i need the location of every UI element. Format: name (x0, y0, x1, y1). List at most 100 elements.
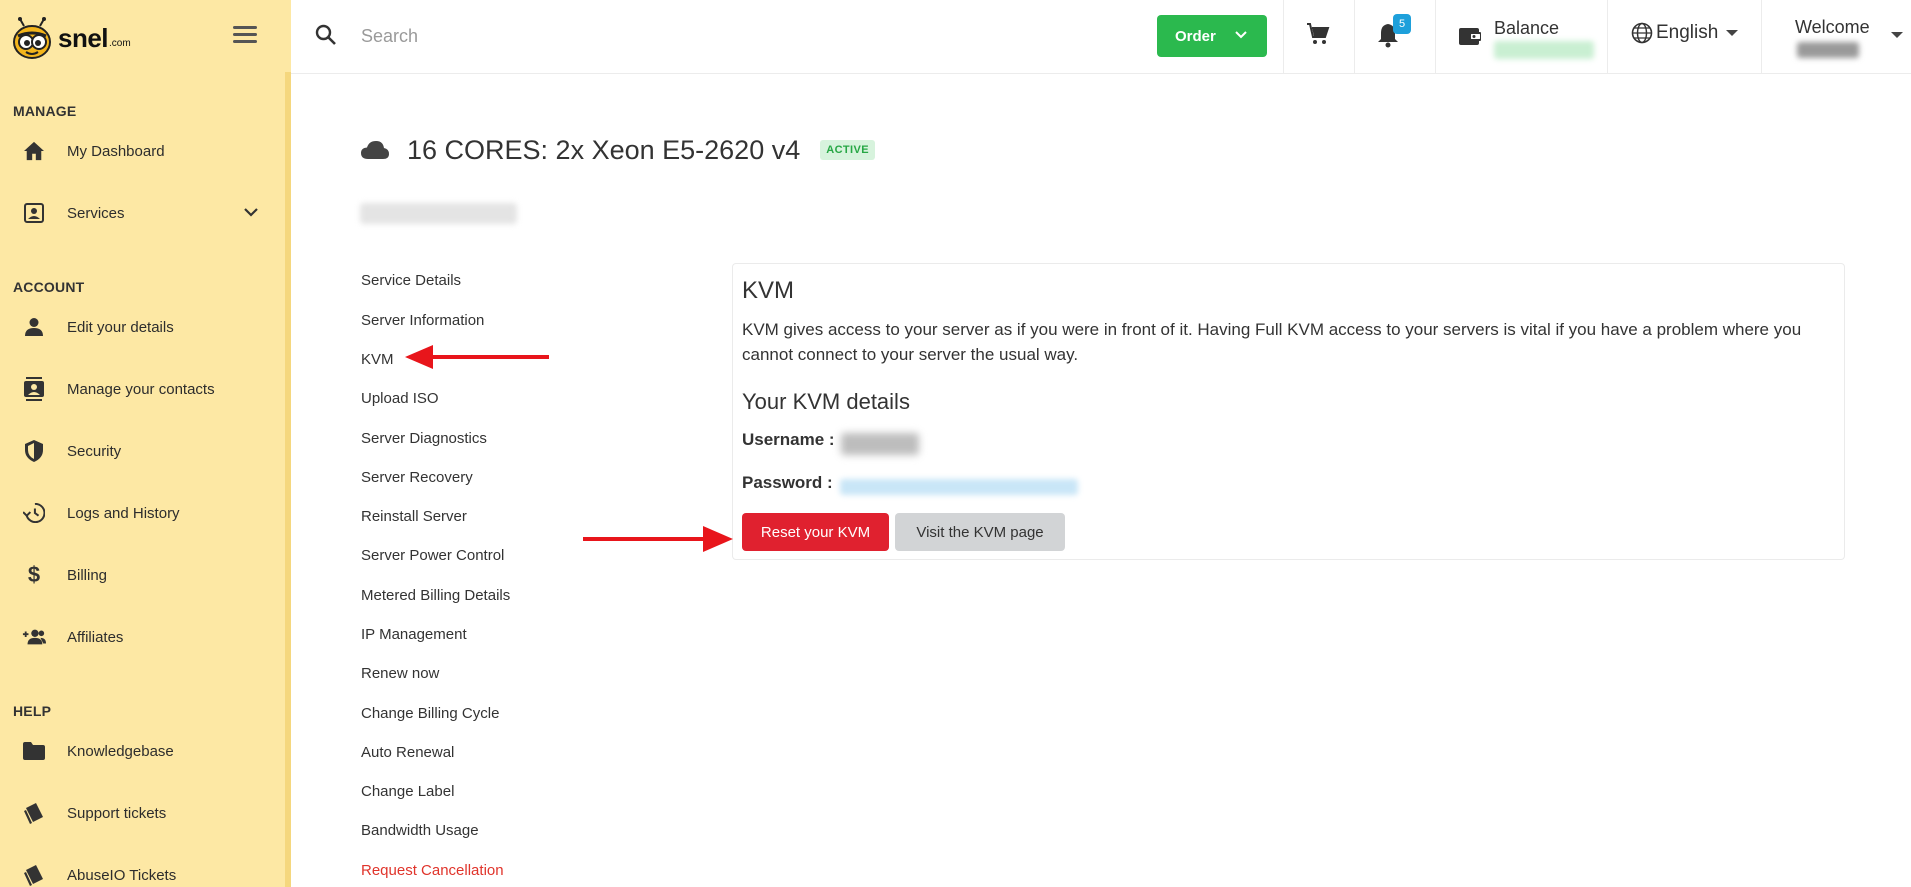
sidebar-item-label: Knowledgebase (67, 742, 174, 760)
section-title-account: ACCOUNT (13, 279, 85, 295)
visit-kvm-page-button[interactable]: Visit the KVM page (895, 513, 1065, 551)
wallet-icon (1459, 26, 1482, 51)
order-button[interactable]: Order (1157, 15, 1267, 57)
divider (1607, 0, 1608, 74)
nav-request-cancellation[interactable]: Request Cancellation (361, 862, 504, 879)
kvm-heading: KVM (742, 277, 795, 304)
services-icon (22, 201, 46, 225)
sidebar-item-label: Manage your contacts (67, 380, 215, 398)
sidebar-item-label: AbuseIO Tickets (67, 866, 177, 884)
menu-toggle-icon[interactable] (233, 26, 257, 46)
shield-icon (22, 439, 46, 463)
brand-tld: .com (109, 37, 131, 49)
sidebar-item-logs[interactable]: Logs and History (0, 491, 280, 535)
password-value-redacted[interactable] (840, 479, 1078, 495)
chevron-down-icon[interactable] (244, 204, 258, 222)
sidebar-item-label: Billing (67, 566, 108, 584)
balance-amount-redacted (1494, 41, 1594, 59)
sidebar-item-services[interactable]: Services (0, 191, 280, 235)
sidebar-item-knowledgebase[interactable]: Knowledgebase (0, 729, 280, 773)
search-input[interactable] (361, 20, 861, 52)
sidebar-item-edit-details[interactable]: Edit your details (0, 305, 280, 349)
status-badge: ACTIVE (820, 140, 875, 160)
balance-label: Balance (1494, 18, 1560, 38)
bee-mascot-icon (10, 16, 54, 60)
sidebar-item-label: Security (67, 442, 122, 460)
tickets-icon (22, 801, 46, 825)
username-redacted (1797, 42, 1859, 58)
sidebar-item-label: Support tickets (67, 804, 167, 822)
search-icon[interactable] (315, 24, 337, 51)
sidebar-item-label: Services (67, 204, 125, 222)
nav-renew-now[interactable]: Renew now (361, 665, 439, 682)
nav-bandwidth-usage[interactable]: Bandwidth Usage (361, 822, 479, 839)
notification-count-badge: 5 (1393, 14, 1411, 34)
user-menu[interactable]: Welcome (1795, 14, 1911, 62)
sidebar: snel .com MANAGE My Dashboard Services A… (0, 0, 291, 887)
cart-icon[interactable] (1306, 22, 1330, 51)
dollar-icon: $ (27, 562, 41, 587)
nav-metered-billing-details[interactable]: Metered Billing Details (361, 587, 510, 604)
nav-change-billing-cycle[interactable]: Change Billing Cycle (361, 705, 499, 722)
reset-kvm-button[interactable]: Reset your KVM (742, 513, 889, 551)
sidebar-scroll-edge (285, 72, 291, 887)
service-label-redacted (360, 203, 517, 224)
caret-down-icon (1891, 32, 1903, 38)
username-label: Username : (742, 430, 835, 449)
balance-widget[interactable]: Balance (1459, 14, 1609, 62)
sidebar-item-security[interactable]: Security (0, 429, 280, 473)
divider (1283, 0, 1284, 74)
page-title: 16 CORES: 2x Xeon E5-2620 v4 (407, 134, 801, 165)
page-header: 16 CORES: 2x Xeon E5-2620 v4 ACTIVE (361, 130, 875, 170)
sidebar-item-dashboard[interactable]: My Dashboard (0, 129, 280, 173)
order-button-label: Order (1175, 27, 1216, 45)
annotation-arrow-kvm (405, 345, 549, 369)
sidebar-item-billing[interactable]: $ Billing (0, 553, 280, 597)
nav-server-power-control[interactable]: Server Power Control (361, 547, 504, 564)
kvm-description: KVM gives access to your server as if yo… (742, 320, 1802, 364)
section-title-help: HELP (13, 703, 52, 719)
divider (1435, 0, 1436, 74)
sidebar-item-contacts[interactable]: Manage your contacts (0, 367, 280, 411)
logo[interactable]: snel .com (10, 14, 131, 62)
notifications-button[interactable]: 5 (1377, 14, 1417, 54)
tickets-icon (22, 863, 46, 887)
sidebar-item-support-tickets[interactable]: Support tickets (0, 791, 280, 835)
contacts-icon (22, 377, 46, 401)
sidebar-item-affiliates[interactable]: Affiliates (0, 615, 280, 659)
language-selector[interactable]: English (1631, 22, 1739, 44)
person-icon (22, 315, 46, 339)
history-icon (22, 501, 46, 525)
sidebar-item-label: Edit your details (67, 318, 174, 336)
nav-kvm[interactable]: KVM (361, 351, 394, 368)
annotation-arrow-reset (583, 526, 733, 552)
nav-auto-renewal[interactable]: Auto Renewal (361, 744, 454, 761)
welcome-label: Welcome (1795, 17, 1870, 37)
chevron-down-icon (1235, 31, 1247, 39)
nav-server-recovery[interactable]: Server Recovery (361, 469, 473, 486)
nav-change-label[interactable]: Change Label (361, 783, 454, 800)
cloud-icon (361, 141, 389, 159)
nav-reinstall-server[interactable]: Reinstall Server (361, 508, 467, 525)
nav-ip-management[interactable]: IP Management (361, 626, 467, 643)
divider (1354, 0, 1355, 74)
globe-icon (1631, 22, 1653, 44)
top-bar: Order 5 Balance English Welcome (291, 0, 1911, 74)
nav-server-information[interactable]: Server Information (361, 312, 484, 329)
group-add-icon (22, 625, 46, 649)
sidebar-item-label: My Dashboard (67, 142, 165, 160)
brand-name: snel (58, 22, 109, 53)
kvm-details-heading: Your KVM details (742, 389, 910, 414)
language-label: English (1656, 22, 1719, 43)
nav-server-diagnostics[interactable]: Server Diagnostics (361, 430, 487, 447)
nav-service-details[interactable]: Service Details (361, 272, 461, 289)
sidebar-item-label: Affiliates (67, 628, 124, 646)
sidebar-item-abuseio-tickets[interactable]: AbuseIO Tickets (0, 853, 280, 887)
section-title-manage: MANAGE (13, 103, 77, 119)
nav-upload-iso[interactable]: Upload ISO (361, 390, 439, 407)
caret-down-icon (1726, 30, 1739, 36)
username-value-redacted (841, 433, 919, 455)
password-label: Password : (742, 473, 833, 492)
folder-icon (22, 739, 46, 763)
kvm-panel: KVM KVM gives access to your server as i… (732, 263, 1845, 560)
